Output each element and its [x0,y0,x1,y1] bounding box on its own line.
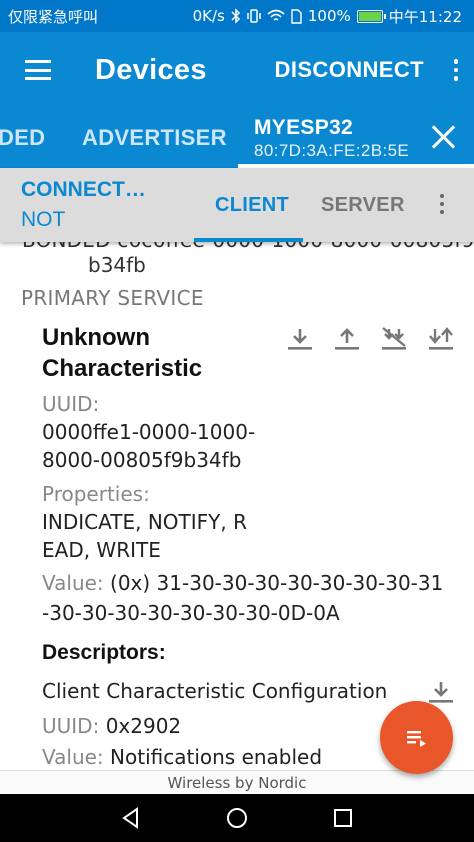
tab-bonded-partial[interactable]: DED [0,108,45,168]
service-uuid-tail: b34fb [88,253,146,277]
footer-branding: Wireless by Nordic [0,770,474,794]
value-label: Value: [42,571,104,595]
app-bar: Devices DISCONNECT [0,32,474,108]
uuid-label: UUID: [42,392,100,416]
value-line1: (0x) 31-30-30-30-30-30-30-30-31 [110,571,444,595]
vibrate-icon [247,9,261,23]
system-nav-bar [0,794,474,842]
disconnect-button[interactable]: DISCONNECT [275,57,424,83]
recents-icon[interactable] [331,806,355,830]
read-icon[interactable] [426,679,456,705]
bond-state: NOT [21,208,66,231]
mode-bar: CONNECT… NOT CLIENT SERVER [0,168,474,242]
descriptor-item[interactable]: Client Characteristic Configuration [42,676,462,707]
clock: 中午11:22 [388,7,462,26]
tab-client[interactable]: CLIENT [215,168,289,242]
descriptor-name: Client Characteristic Configuration [42,679,388,703]
back-icon[interactable] [119,806,143,830]
value-line2: -30-30-30-30-30-30-30-0D-0A [42,601,340,625]
uuid-value: 0000ffe1-0000-1000- 8000-00805f9b34fb [42,420,256,472]
tab-server[interactable]: SERVER [321,168,405,242]
page-title: Devices [95,53,207,86]
properties-value: INDICATE, NOTIFY, R EAD, WRITE [42,510,247,562]
descriptor-value-label: Value: [42,745,104,769]
log-list-icon [406,730,426,747]
service-type: PRIMARY SERVICE [21,286,204,310]
home-icon[interactable] [225,806,249,830]
wifi-icon [267,9,285,21]
indicate-icon[interactable] [426,326,456,352]
device-address: 80:7D:3A:FE:2B:5E [254,140,410,160]
more-vert-icon[interactable] [440,194,444,214]
carrier-text: 仅限紧急呼叫 [8,7,99,26]
descriptor-uuid-label: UUID: [42,714,100,738]
connection-state: CONNECT… [21,178,146,201]
value-row: Value: (0x) 31-30-30-30-30-30-30-30-31 [42,568,462,599]
service-list[interactable]: BONDED c6c6ffee-0000-1000-8000-00805f9 b… [0,242,474,770]
read-icon[interactable] [285,326,315,352]
device-name: MYESP32 [254,115,353,139]
characteristic-actions [285,326,456,352]
bluetooth-icon [231,8,240,24]
properties-label: Properties: [42,482,150,506]
descriptor-uuid-value: 0x2902 [105,714,182,738]
network-speed: 0K/s [192,7,225,25]
battery-icon [356,9,386,23]
log-fab-button[interactable] [380,701,453,774]
device-tabs: DED ADVERTISER MYESP32 80:7D:3A:FE:2B:5E [0,108,474,168]
more-vert-icon[interactable] [438,32,474,108]
mode-tab-indicator [194,238,303,242]
write-icon[interactable] [332,326,362,352]
characteristic-item[interactable]: Unknown Characteristic UUID: 0000ffe1-00… [42,322,462,770]
close-icon[interactable] [430,124,456,150]
service-uuid-cut: BONDED c6c6ffee-0000-1000-8000-00805f9 [22,242,474,252]
descriptor-value-value: Notifications enabled [110,745,323,769]
notify-off-icon[interactable] [379,326,409,352]
battery-percent: 100% [307,7,351,25]
hamburger-icon[interactable] [0,32,76,108]
tab-advertiser[interactable]: ADVERTISER [82,108,227,168]
descriptors-heading: Descriptors: [42,641,166,664]
sim-icon [291,8,302,24]
status-bar: 仅限紧急呼叫 0K/s 100% 中午11:22 [0,0,474,32]
